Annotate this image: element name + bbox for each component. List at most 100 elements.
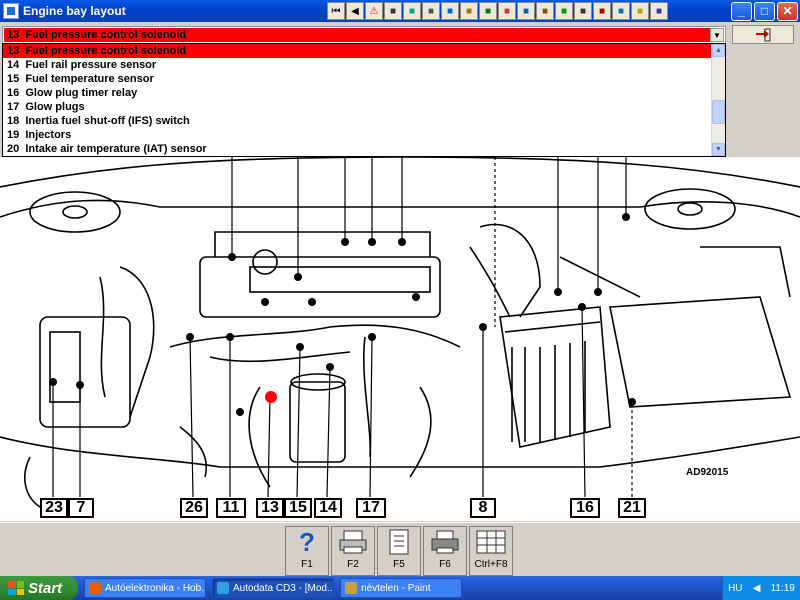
fkey-ctrl-f8-button[interactable]: Ctrl+F8 xyxy=(469,526,513,576)
list-item[interactable]: 20 Intake air temperature (IAT) sensor xyxy=(3,142,711,156)
help-icon: ? xyxy=(299,526,315,557)
callout-16[interactable]: 16 xyxy=(570,498,600,518)
scroll-down-icon[interactable]: ▼ xyxy=(712,143,725,156)
minimize-button[interactable]: _ xyxy=(731,1,752,21)
component-list[interactable]: 13 Fuel pressure control solenoid 14 Fuel… xyxy=(2,43,726,157)
clock: 11:19 xyxy=(770,582,795,594)
fkey-label: F6 xyxy=(439,559,451,570)
export-button[interactable] xyxy=(732,25,794,44)
list-item[interactable]: 16 Glow plug timer relay xyxy=(3,86,711,100)
toolbar-gauge-button[interactable]: ■ xyxy=(441,2,459,20)
callout-14[interactable]: 14 xyxy=(314,498,342,518)
engine-bay-diagram: AD92015 23 7 26 11 13 15 14 17 8 16 21 xyxy=(0,157,800,521)
scroll-up-icon[interactable]: ▲ xyxy=(712,44,725,57)
taskbar-item-label: névtelen - Paint xyxy=(361,582,431,594)
export-icon xyxy=(756,28,771,41)
callout-26[interactable]: 26 xyxy=(180,498,208,518)
toolbar-car-button[interactable]: ■ xyxy=(650,2,668,20)
callout-17[interactable]: 17 xyxy=(356,498,386,518)
previous-icon: ◀ xyxy=(351,5,359,17)
toolbar-book-button[interactable]: ■ xyxy=(498,2,516,20)
language-indicator[interactable]: HU xyxy=(728,583,742,594)
list-item[interactable]: 14 Fuel rail pressure sensor xyxy=(3,58,711,72)
toolbar-service-button[interactable]: ■ xyxy=(517,2,535,20)
list-item[interactable]: 15 Fuel temperature sensor xyxy=(3,72,711,86)
first-page-icon: ⏮ xyxy=(331,5,341,17)
toolbar-first-page-button[interactable]: ⏮ xyxy=(327,2,345,20)
highlight-marker xyxy=(265,391,277,403)
toolbar-lamp-button[interactable]: ■ xyxy=(631,2,649,20)
toolbar-notebook-button[interactable]: ■ xyxy=(384,2,402,20)
callout-15[interactable]: 15 xyxy=(284,498,312,518)
toolbar-adjust-button[interactable]: ■ xyxy=(479,2,497,20)
warning-icon: ⚠ xyxy=(369,5,379,17)
taskbar-item-label: Autóelektronika - Hob... xyxy=(105,582,206,594)
firefox-icon xyxy=(89,582,101,594)
start-label: Start xyxy=(28,579,63,597)
oil-icon: ■ xyxy=(541,5,549,17)
notes-icon xyxy=(381,527,417,557)
fkey-f6-button[interactable]: F6 xyxy=(423,526,467,576)
callout-8[interactable]: 8 xyxy=(470,498,496,518)
close-button[interactable]: ✕ xyxy=(777,1,798,21)
print-icon xyxy=(335,527,371,557)
parts-icon: ■ xyxy=(617,5,625,17)
toolbar-brake-button[interactable]: ■ xyxy=(593,2,611,20)
table-icon xyxy=(473,527,509,557)
fkey-f5-button[interactable]: F5 xyxy=(377,526,421,576)
list-item[interactable]: 13 Fuel pressure control solenoid xyxy=(3,44,711,58)
toolbar-mechanic-button[interactable]: ■ xyxy=(460,2,478,20)
toolbar-warning-button[interactable]: ⚠ xyxy=(365,2,383,20)
battery-icon: ■ xyxy=(560,5,568,17)
autodata-icon xyxy=(217,582,229,594)
app-icon xyxy=(3,3,19,19)
system-tray: HU ◀ 11:19 xyxy=(722,576,800,600)
fkey-f1-button[interactable]: ? F1 xyxy=(285,526,329,576)
book-icon: ■ xyxy=(503,5,511,17)
fkey-label: F2 xyxy=(347,559,359,570)
callout-7[interactable]: 7 xyxy=(68,498,94,518)
toolbar: ⏮ ◀ ⚠ ■ ■ ■ ■ ■ ■ ■ ■ ■ ■ ■ ■ ■ ■ ■ xyxy=(327,1,668,21)
callout-21[interactable]: 21 xyxy=(618,498,646,518)
callout-13[interactable]: 13 xyxy=(256,498,284,518)
component-select-row: 13 Fuel pressure control solenoid ▼ xyxy=(0,24,800,44)
toolbar-oil-button[interactable]: ■ xyxy=(536,2,554,20)
function-key-bar: ? F1 F2 F5 F6 Ctrl+F8 xyxy=(0,522,800,576)
list-item[interactable]: 18 Inertia fuel shut-off (IFS) switch xyxy=(3,114,711,128)
scroll-thumb[interactable] xyxy=(712,100,725,124)
taskbar-item[interactable]: Autóelektronika - Hob... xyxy=(84,578,206,598)
tyre-icon: ■ xyxy=(579,5,587,17)
diagram-code: AD92015 xyxy=(686,467,729,478)
volume-icon[interactable]: ◀ xyxy=(753,583,761,594)
title-bar: Engine bay layout ⏮ ◀ ⚠ ■ ■ ■ ■ ■ ■ ■ ■ ■ ■ ■ ■ ■ ■ ■ _ □… xyxy=(0,0,800,22)
list-item[interactable]: 17 Glow plugs xyxy=(3,100,711,114)
component-select[interactable]: 13 Fuel pressure control solenoid ▼ xyxy=(2,26,726,44)
paint-icon xyxy=(345,582,357,594)
toolbar-tools-button[interactable]: ■ xyxy=(422,2,440,20)
fkey-f2-button[interactable]: F2 xyxy=(331,526,375,576)
tools-icon: ■ xyxy=(427,5,435,17)
lamp-icon: ■ xyxy=(636,5,644,17)
engine-bay-drawing xyxy=(0,157,800,508)
callout-23[interactable]: 23 xyxy=(40,498,68,518)
list-item[interactable]: 19 Injectors xyxy=(3,128,711,142)
start-button[interactable]: Start xyxy=(0,576,78,600)
toolbar-tyre-button[interactable]: ■ xyxy=(574,2,592,20)
taskbar-item[interactable]: névtelen - Paint xyxy=(340,578,462,598)
toolbar-parts-button[interactable]: ■ xyxy=(612,2,630,20)
printer-icon xyxy=(427,527,463,557)
chevron-down-icon[interactable]: ▼ xyxy=(710,28,724,42)
toolbar-battery-button[interactable]: ■ xyxy=(555,2,573,20)
fkey-label: F5 xyxy=(393,559,405,570)
maximize-button[interactable]: □ xyxy=(754,1,775,21)
car-icon: ■ xyxy=(655,5,663,17)
toolbar-previous-button[interactable]: ◀ xyxy=(346,2,364,20)
toolbar-diagram-button[interactable]: ■ xyxy=(403,2,421,20)
callout-11[interactable]: 11 xyxy=(216,498,246,518)
task-list: Autóelektronika - Hob... Autodata CD3 - [… xyxy=(78,578,462,598)
service-icon: ■ xyxy=(522,5,530,17)
taskbar: Start Autóelektronika - Hob... Autodata C… xyxy=(0,576,800,600)
window-title: Engine bay layout xyxy=(23,4,126,18)
list-scrollbar[interactable]: ▲ ▼ xyxy=(711,44,725,156)
taskbar-item[interactable]: Autodata CD3 - [Mod... xyxy=(212,578,334,598)
